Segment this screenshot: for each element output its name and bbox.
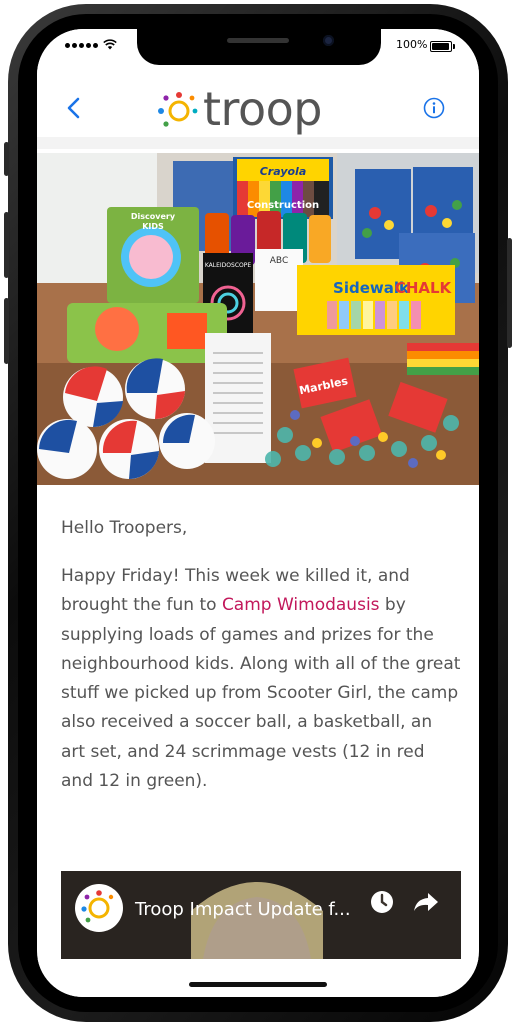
phone-side-button-silent — [4, 142, 9, 176]
phone-screen: 100% troop Crayola Construction Discover… — [37, 29, 479, 997]
construction-label: Construction — [247, 200, 319, 211]
battery-icon — [430, 41, 455, 52]
battery-percentage: 100% — [396, 38, 428, 51]
earpiece-speaker — [227, 38, 289, 43]
phone-side-button-power — [507, 238, 512, 348]
cellular-signal-icon — [65, 43, 98, 48]
discovery-kids-label: KIDS — [142, 222, 164, 231]
bottom-safe-area — [37, 959, 479, 997]
abc-label: ABC — [270, 256, 288, 266]
camp-wimodausis-link[interactable]: Camp Wimodausis — [222, 595, 380, 615]
discovery-label: Discovery — [131, 212, 176, 221]
phone-side-button-volume-up — [4, 212, 9, 278]
article-greeting: Hello Troopers, — [61, 518, 188, 538]
troop-logo-mark — [81, 890, 114, 923]
chalk-label: CHALK — [395, 279, 453, 297]
troop-logo: troop — [155, 83, 322, 139]
hero-photo-toys: Crayola Construction Discovery KIDS KALE… — [37, 153, 479, 485]
info-icon[interactable] — [423, 97, 445, 119]
wifi-icon — [103, 39, 117, 50]
article-paragraph: Happy Friday! This week we killed it, an… — [61, 562, 461, 796]
channel-avatar[interactable] — [75, 884, 123, 932]
phone-side-button-volume-down — [4, 298, 9, 364]
chevron-left-icon[interactable] — [59, 93, 89, 123]
home-indicator[interactable] — [189, 982, 327, 987]
troop-logo-mark — [158, 92, 198, 127]
header-divider — [37, 137, 479, 149]
status-bar: 100% — [37, 29, 479, 71]
kaleidoscope-label: KALEIDOSCOPE — [205, 262, 252, 269]
article-body: Hello Troopers, Happy Friday! This week … — [61, 517, 461, 796]
video-title[interactable]: Troop Impact Update f... — [135, 899, 351, 920]
share-arrow-icon[interactable] — [413, 891, 439, 913]
embedded-video-player[interactable]: Troop Impact Update f... — [61, 871, 461, 959]
paragraph-text-after-link: by supplying loads of games and prizes f… — [61, 595, 461, 792]
notch — [137, 29, 381, 65]
front-camera — [323, 35, 334, 46]
clock-icon[interactable] — [370, 890, 394, 914]
crayola-label: Crayola — [260, 165, 307, 178]
troop-logo-text: troop — [203, 82, 322, 136]
